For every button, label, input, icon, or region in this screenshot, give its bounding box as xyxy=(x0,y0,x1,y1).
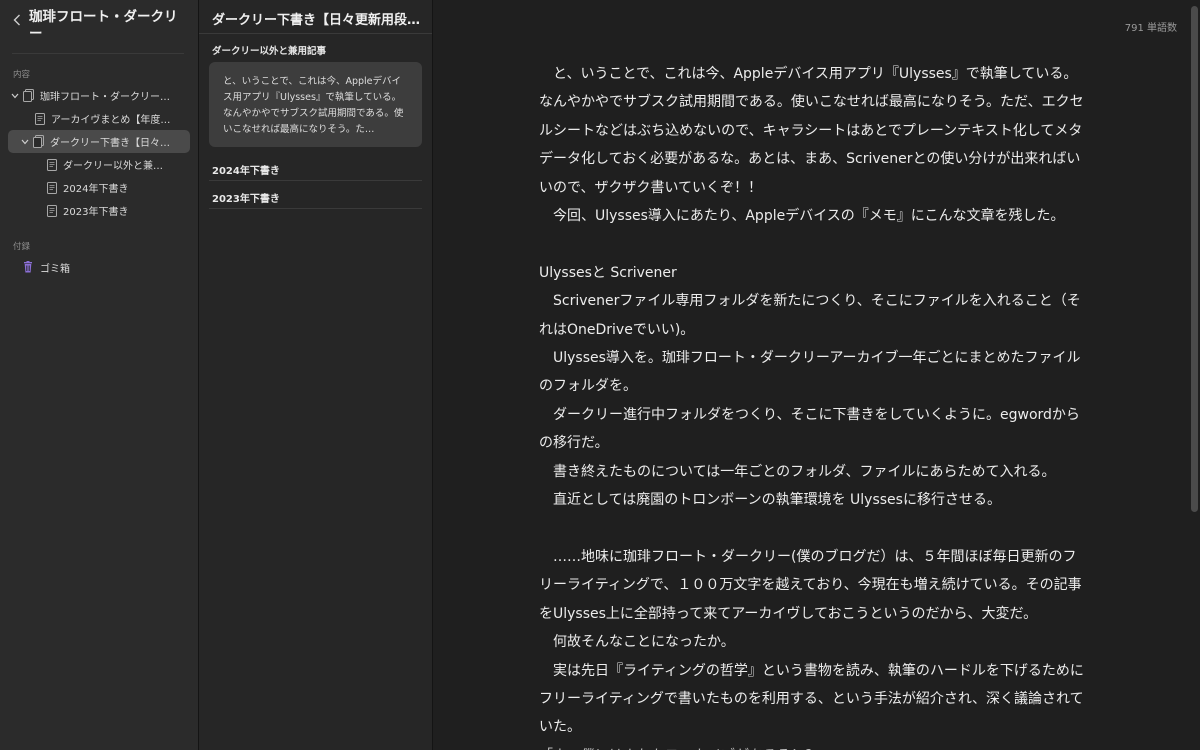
editor-paragraph[interactable]: 直近としては廃園のトロンボーンの執筆環境を Ulyssesに移行させる。 xyxy=(539,486,1087,514)
sidebar-header: 珈琲フロート・ダークリー xyxy=(0,0,198,43)
sheet-card-selected[interactable]: と、いうことで、これは今、Appleデバイス用アプリ『Ulysses』で執筆して… xyxy=(209,62,422,147)
sidebar-item-trash[interactable]: ゴミ箱 xyxy=(22,256,198,278)
sidebar-item-label: 2023年下書き xyxy=(63,207,129,218)
blank-line[interactable] xyxy=(539,230,1087,258)
editor-paragraph[interactable]: 実は先日『ライティングの哲学』という書物を読み、執筆のハードルを下げるためにフリ… xyxy=(539,657,1087,742)
sidebar-item-label: 珈琲フロート・ダークリー… xyxy=(40,92,170,103)
editor-paragraph[interactable]: 今回、Ulysses導入にあたり、Appleデバイスの『メモ』にこんな文章を残し… xyxy=(539,202,1087,230)
sheet-list-title: ダークリー下書き【日々更新用段… xyxy=(199,0,432,34)
document-icon xyxy=(46,158,57,171)
sidebar-item-archive[interactable]: アーカイヴまとめ【年度… xyxy=(8,107,190,130)
sheet-row-2023[interactable]: 2023年下書き xyxy=(209,181,422,209)
chevron-down-icon[interactable] xyxy=(10,91,20,101)
editor-paragraph[interactable]: Ulyssesと Scrivener xyxy=(539,259,1087,287)
sheet-list-pane: ダークリー下書き【日々更新用段… ダークリー以外と兼用記事 と、いうことで、これ… xyxy=(199,0,433,750)
sidebar-divider xyxy=(12,53,184,54)
sidebar-item-label: ダークリー下書き【日々… xyxy=(50,138,170,149)
sidebar-item-2023[interactable]: 2023年下書き xyxy=(8,199,190,222)
sidebar-item-other-articles[interactable]: ダークリー以外と兼… xyxy=(8,153,190,176)
editor-pane[interactable]: 791 単語数 と、いうことで、これは今、Appleデバイス用アプリ『Ulyss… xyxy=(433,0,1200,750)
library-tree: 珈琲フロート・ダークリー… アーカイヴまとめ【年度… ダークリー下書き【日々… ダーク… xyxy=(0,84,198,222)
sidebar-item-drafts[interactable]: ダークリー下書き【日々… xyxy=(8,130,190,153)
chevron-down-icon[interactable] xyxy=(20,137,30,147)
sidebar-item-project-root[interactable]: 珈琲フロート・ダークリー… xyxy=(8,84,190,107)
app-window: 珈琲フロート・ダークリー 内容 珈琲フロート・ダークリー… アーカイヴまとめ【年度… xyxy=(0,0,1200,750)
sheet-row-2024[interactable]: 2024年下書き xyxy=(209,153,422,181)
editor-scrollbar[interactable] xyxy=(1191,6,1198,512)
document-icon xyxy=(34,112,45,125)
word-count[interactable]: 791 単語数 xyxy=(1125,19,1177,34)
document-icon xyxy=(46,181,57,194)
group-stack-icon xyxy=(33,135,44,148)
project-title: 珈琲フロート・ダークリー xyxy=(29,9,178,42)
sidebar-item-label: 2024年下書き xyxy=(63,184,129,195)
trash-icon xyxy=(22,261,34,274)
section-label-attachments: 付録 xyxy=(13,242,31,252)
library-sidebar: 珈琲フロート・ダークリー 内容 珈琲フロート・ダークリー… アーカイヴまとめ【年度… xyxy=(0,0,199,750)
sidebar-item-label: アーカイヴまとめ【年度… xyxy=(51,115,171,126)
document-icon xyxy=(46,204,57,217)
trash-label: ゴミ箱 xyxy=(40,263,70,275)
editor-paragraph[interactable]: 書き終えたものについては一年ごとのフォルダ、ファイルにあらためて入れる。 xyxy=(539,458,1087,486)
group-stack-icon xyxy=(23,89,34,102)
editor-paragraph[interactable]: ……地味に珈琲フロート・ダークリー(僕のブログだ）は、５年間ほぼ毎日更新のフリー… xyxy=(539,543,1087,628)
sheet-group-label[interactable]: ダークリー以外と兼用記事 xyxy=(199,34,432,57)
editor-paragraph[interactable]: 「ウ 僕にはよれもフーカイブがあるぞ！？ xyxy=(539,742,1087,750)
editor-paragraph[interactable]: ダークリー進行中フォルダをつくり、そこに下書きをしていくように。egwordから… xyxy=(539,401,1087,458)
editor-paragraph[interactable]: 何故そんなことになったか。 xyxy=(539,628,1087,656)
blank-line[interactable] xyxy=(539,514,1087,542)
editor-paragraph[interactable]: Ulysses導入を。珈琲フロート・ダークリーアーカイブ一年ごとにまとめたファイ… xyxy=(539,344,1087,401)
editor-paragraph[interactable]: と、いうことで、これは今、Appleデバイス用アプリ『Ulysses』で執筆して… xyxy=(539,60,1087,202)
sidebar-item-2024[interactable]: 2024年下書き xyxy=(8,176,190,199)
chevron-left-icon[interactable] xyxy=(10,11,24,29)
section-label-contents: 内容 xyxy=(13,70,31,80)
editor-text[interactable]: と、いうことで、これは今、Appleデバイス用アプリ『Ulysses』で執筆して… xyxy=(539,60,1087,750)
sidebar-item-label: ダークリー以外と兼… xyxy=(63,161,163,172)
editor-paragraph[interactable]: Scrivenerファイル専用フォルダを新たにつくり、そこにファイルを入れること… xyxy=(539,287,1087,344)
